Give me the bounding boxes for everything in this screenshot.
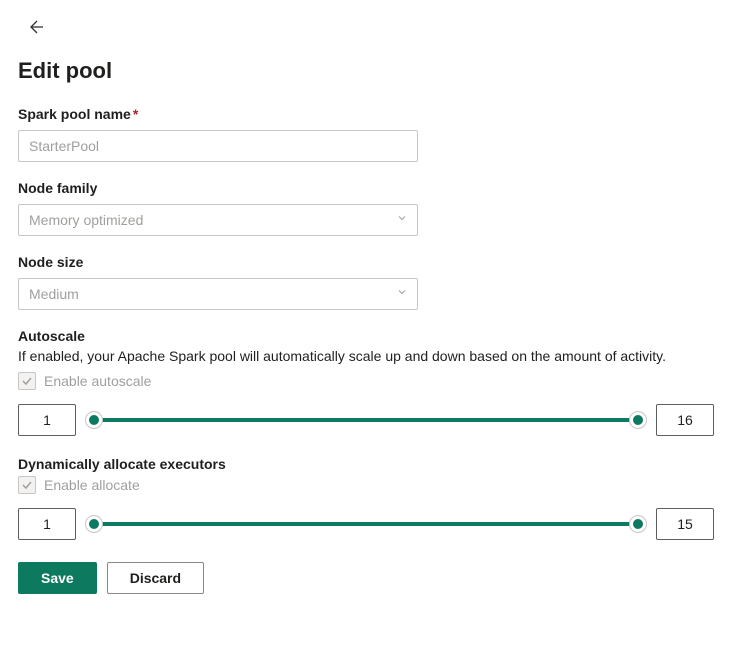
node-family-select[interactable]: Memory optimized — [18, 204, 418, 236]
allocate-checkbox-label: Enable allocate — [44, 477, 140, 493]
checkmark-icon — [21, 479, 33, 491]
autoscale-slider-thumb-min[interactable] — [85, 411, 103, 429]
page-title: Edit pool — [18, 58, 711, 84]
node-family-label: Node family — [18, 180, 711, 196]
node-size-field-group: Node size Medium — [18, 254, 711, 310]
autoscale-help: If enabled, your Apache Spark pool will … — [18, 348, 711, 364]
pool-name-field-group: Spark pool name* — [18, 106, 711, 162]
autoscale-title: Autoscale — [18, 328, 711, 344]
back-arrow-icon — [26, 18, 44, 36]
allocate-min-value[interactable]: 1 — [18, 508, 76, 540]
allocate-checkbox[interactable] — [18, 476, 36, 494]
pool-name-input[interactable] — [18, 130, 418, 162]
node-family-field-group: Node family Memory optimized — [18, 180, 711, 236]
checkmark-icon — [21, 375, 33, 387]
autoscale-checkbox-row[interactable]: Enable autoscale — [18, 372, 711, 390]
allocate-section: Dynamically allocate executors Enable al… — [18, 456, 711, 540]
allocate-slider-thumb-min[interactable] — [85, 515, 103, 533]
save-button[interactable]: Save — [18, 562, 97, 594]
node-size-label: Node size — [18, 254, 711, 270]
autoscale-slider-thumb-max[interactable] — [629, 411, 647, 429]
node-size-select[interactable]: Medium — [18, 278, 418, 310]
allocate-checkbox-row[interactable]: Enable allocate — [18, 476, 711, 494]
autoscale-checkbox[interactable] — [18, 372, 36, 390]
autoscale-slider[interactable] — [88, 410, 644, 430]
autoscale-max-value[interactable]: 16 — [656, 404, 714, 436]
discard-button[interactable]: Discard — [107, 562, 204, 594]
allocate-title: Dynamically allocate executors — [18, 456, 711, 472]
autoscale-checkbox-label: Enable autoscale — [44, 373, 151, 389]
allocate-max-value[interactable]: 15 — [656, 508, 714, 540]
allocate-slider[interactable] — [88, 514, 644, 534]
autoscale-slider-row: 1 16 — [18, 404, 714, 436]
autoscale-min-value[interactable]: 1 — [18, 404, 76, 436]
allocate-slider-row: 1 15 — [18, 508, 714, 540]
button-row: Save Discard — [18, 562, 711, 594]
autoscale-section: Autoscale If enabled, your Apache Spark … — [18, 328, 711, 436]
back-button[interactable] — [22, 14, 48, 40]
required-asterisk: * — [133, 106, 138, 122]
pool-name-label: Spark pool name* — [18, 106, 711, 122]
allocate-slider-thumb-max[interactable] — [629, 515, 647, 533]
